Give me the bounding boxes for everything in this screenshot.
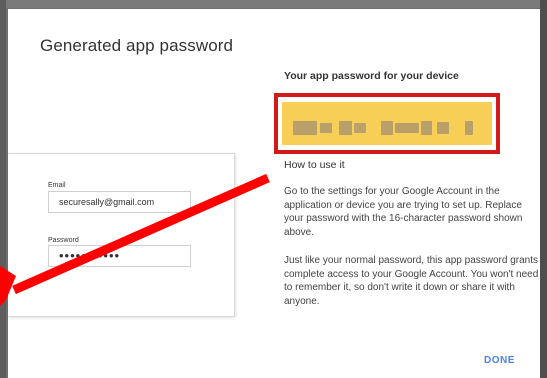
app-password-field[interactable] [282, 102, 492, 145]
device-password-label: Your app password for your device [284, 70, 459, 82]
email-label: Email [48, 182, 66, 189]
redacted-block [381, 121, 393, 135]
password-label: Password [48, 237, 79, 244]
redacted-block [339, 121, 352, 135]
app-password-highlight [274, 93, 500, 154]
redacted-block [421, 121, 432, 135]
howto-paragraph-1: Go to the settings for your Google Accou… [284, 186, 523, 238]
redacted-block [354, 123, 366, 133]
redacted-block [293, 121, 317, 135]
redacted-block [437, 122, 449, 134]
redacted-block [320, 123, 332, 133]
dialog-title: Generated app password [40, 36, 234, 55]
password-field: ••••••••••• [48, 245, 191, 267]
email-field: securesally@gmail.com [48, 191, 191, 213]
background-edge-top [0, 0, 547, 8]
howto-heading: How to use it [284, 159, 345, 171]
done-button[interactable]: DONE [484, 355, 515, 366]
redacted-block [395, 123, 419, 133]
device-login-illustration: Email securesally@gmail.com Password •••… [8, 153, 235, 317]
redacted-block [465, 121, 473, 135]
app-password-dialog: Generated app password Your app password… [8, 9, 540, 378]
howto-paragraph-2: Just like your normal password, this app… [284, 255, 539, 307]
background-edge-left [0, 0, 6, 378]
